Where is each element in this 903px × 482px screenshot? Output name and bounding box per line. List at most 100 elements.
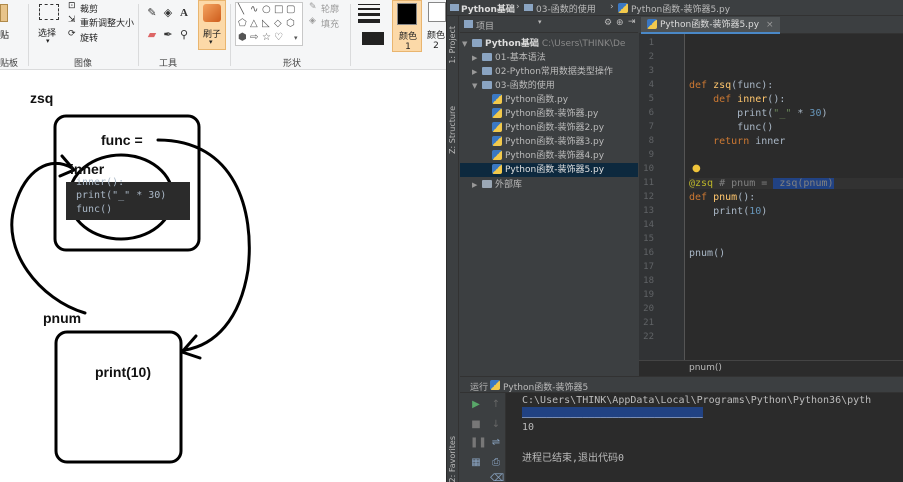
- color-picker-icon[interactable]: ✒: [161, 28, 175, 42]
- color2-button[interactable]: 颜色 2: [424, 0, 446, 52]
- python-file-icon: [492, 108, 502, 118]
- tree-file-selected[interactable]: Python函数-装饰器5.py: [460, 163, 638, 177]
- diamond-shape-icon[interactable]: ◇: [274, 19, 282, 29]
- rect-shape-icon[interactable]: □: [274, 5, 283, 15]
- tree-file[interactable]: Python函数.py: [492, 93, 568, 107]
- line-number: 17: [643, 262, 654, 272]
- tree-label: Python函数-装饰器2.py: [505, 123, 605, 133]
- paste-button[interactable]: 贴: [0, 0, 16, 52]
- clear-output-icon[interactable]: ⌫: [490, 473, 504, 482]
- size-line-icon: [358, 13, 380, 16]
- rotate-icon: ⟳: [68, 29, 76, 39]
- pencil-icon[interactable]: ✎: [145, 6, 159, 20]
- breadcrumb-file[interactable]: Python函数-装饰器5.py: [631, 2, 730, 15]
- rotate-button[interactable]: 旋转: [80, 31, 98, 44]
- line-shape-icon[interactable]: ╲: [238, 5, 244, 15]
- tree-project-root[interactable]: ▼ Python基础 C:\Users\THINK\De: [462, 37, 625, 51]
- arrow-shape-icon[interactable]: ⇨: [250, 33, 258, 43]
- expand-arrow-icon: ▼: [472, 82, 478, 90]
- pnum-box: [54, 330, 183, 464]
- size-label: 粗细: [362, 32, 384, 45]
- tree-folder[interactable]: ▼ 03-函数的使用: [472, 79, 555, 93]
- line-number: 4: [648, 80, 654, 90]
- rounded-rect-shape-icon[interactable]: ▢: [286, 5, 295, 15]
- tree-file[interactable]: Python函数-装饰器3.py: [492, 135, 604, 149]
- resize-button[interactable]: 重新调整大小: [80, 16, 134, 29]
- ribbon-divider: [350, 4, 351, 66]
- soft-wrap-icon[interactable]: ⇌: [490, 437, 502, 449]
- footer-context[interactable]: pnum(): [689, 363, 722, 373]
- color1-swatch: [397, 3, 417, 25]
- pentagon-shape-icon[interactable]: ⬡: [286, 19, 295, 29]
- fill-button[interactable]: 填充: [321, 17, 339, 30]
- color1-button[interactable]: 颜色 1: [392, 0, 422, 52]
- paint-canvas[interactable]: zsq func = inner pnum print(10) inner():…: [0, 70, 446, 482]
- select-button[interactable]: 选择 ▾: [36, 2, 62, 48]
- hide-icon[interactable]: ⇥: [628, 17, 636, 27]
- run-config-name[interactable]: Python函数-装饰器5: [503, 380, 588, 393]
- close-icon[interactable]: ×: [766, 20, 774, 30]
- project-tool-tab[interactable]: 1: Project: [448, 26, 457, 64]
- outline-button[interactable]: 轮廓: [321, 2, 339, 15]
- print-output-icon[interactable]: ⎙: [490, 457, 502, 469]
- chevron-down-icon: ▾: [209, 38, 213, 46]
- image-group-label: 图像: [74, 59, 93, 69]
- tree-folder[interactable]: ▶ 01-基本语法: [472, 51, 546, 65]
- tree-folder[interactable]: ▶ 02-Python常用数据类型操作: [472, 65, 613, 79]
- select-rect-icon: [39, 4, 59, 20]
- brushes-button[interactable]: 刷子 ▾: [198, 0, 226, 50]
- breadcrumb-folder[interactable]: 03-函数的使用: [536, 2, 596, 15]
- tree-file[interactable]: Python函数-装饰器2.py: [492, 121, 604, 135]
- star-shape-icon[interactable]: ☆: [262, 33, 271, 43]
- right-triangle-shape-icon[interactable]: ◺: [262, 19, 270, 29]
- python-file-icon: [492, 122, 502, 132]
- tree-file[interactable]: Python函数-装饰器4.py: [492, 149, 604, 163]
- favorites-tool-tab[interactable]: 2: Favorites: [448, 436, 457, 482]
- structure-tool-tab[interactable]: Z: Structure: [448, 106, 457, 154]
- pause-icon[interactable]: ❚❚: [470, 437, 487, 449]
- ribbon-divider: [230, 4, 231, 66]
- tree-label: Python函数-装饰器.py: [505, 109, 599, 119]
- project-view-selector[interactable]: 项目: [476, 19, 494, 32]
- color2-swatch: [428, 2, 446, 22]
- tree-external-libraries[interactable]: ▶ 外部库: [472, 178, 522, 192]
- code-editor[interactable]: Python函数-装饰器5.py × 1 2 3 4 5 6 7 8 9 10 …: [639, 16, 903, 376]
- rerun-icon[interactable]: ▶: [470, 399, 482, 411]
- tools-group-label: 工具: [159, 59, 178, 69]
- eraser-icon[interactable]: ▰: [145, 28, 159, 42]
- scroll-up-icon[interactable]: ↑: [490, 399, 502, 411]
- size-button[interactable]: 粗细: [358, 2, 384, 52]
- console-separator-line: ______________________________: [522, 407, 703, 418]
- editor-tab-active[interactable]: Python函数-装饰器5.py ×: [641, 17, 780, 34]
- oval-shape-icon[interactable]: ○: [262, 5, 271, 15]
- breadcrumb-project[interactable]: Python基础: [461, 2, 515, 15]
- python-file-icon: [492, 94, 502, 104]
- crop-button[interactable]: 裁剪: [80, 2, 98, 15]
- zsq-label: zsq: [30, 90, 54, 106]
- triangle-shape-icon[interactable]: △: [250, 19, 258, 29]
- shapes-gallery[interactable]: ╲ ∿ ○ □ ▢ ⬠ △ ◺ ◇ ⬡ ⬢ ⇨ ☆ ♡ ▾: [235, 2, 303, 46]
- line-number: 1: [648, 38, 654, 48]
- scroll-down-icon[interactable]: ↓: [490, 419, 502, 431]
- layout-icon[interactable]: ▦: [470, 457, 482, 469]
- chevron-down-icon[interactable]: ▾: [538, 18, 542, 26]
- tree-file[interactable]: Python函数-装饰器.py: [492, 107, 598, 121]
- line-number: 3: [648, 66, 654, 76]
- sync-icon[interactable]: ⚙: [604, 18, 612, 28]
- curve-shape-icon[interactable]: ∿: [250, 5, 258, 15]
- hexagon-shape-icon[interactable]: ⬢: [238, 33, 247, 43]
- settings-icon[interactable]: ⊕: [616, 18, 624, 28]
- line-number: 5: [648, 94, 654, 104]
- code-line-13: print(10): [713, 206, 768, 217]
- stop-icon[interactable]: ■: [470, 419, 482, 431]
- magnifier-icon[interactable]: ⚲: [177, 28, 191, 42]
- polygon-shape-icon[interactable]: ⬠: [238, 19, 247, 29]
- chevron-down-icon[interactable]: ▾: [294, 33, 298, 43]
- fill-bucket-icon[interactable]: ◈: [161, 6, 175, 20]
- editor-breadcrumb-footer: pnum(): [639, 360, 903, 376]
- lightbulb-icon[interactable]: ●: [692, 163, 701, 174]
- tree-label: 02-Python常用数据类型操作: [495, 67, 613, 77]
- size-line-icon: [358, 19, 380, 23]
- heart-shape-icon[interactable]: ♡: [274, 33, 283, 43]
- text-tool-icon[interactable]: A: [177, 6, 191, 20]
